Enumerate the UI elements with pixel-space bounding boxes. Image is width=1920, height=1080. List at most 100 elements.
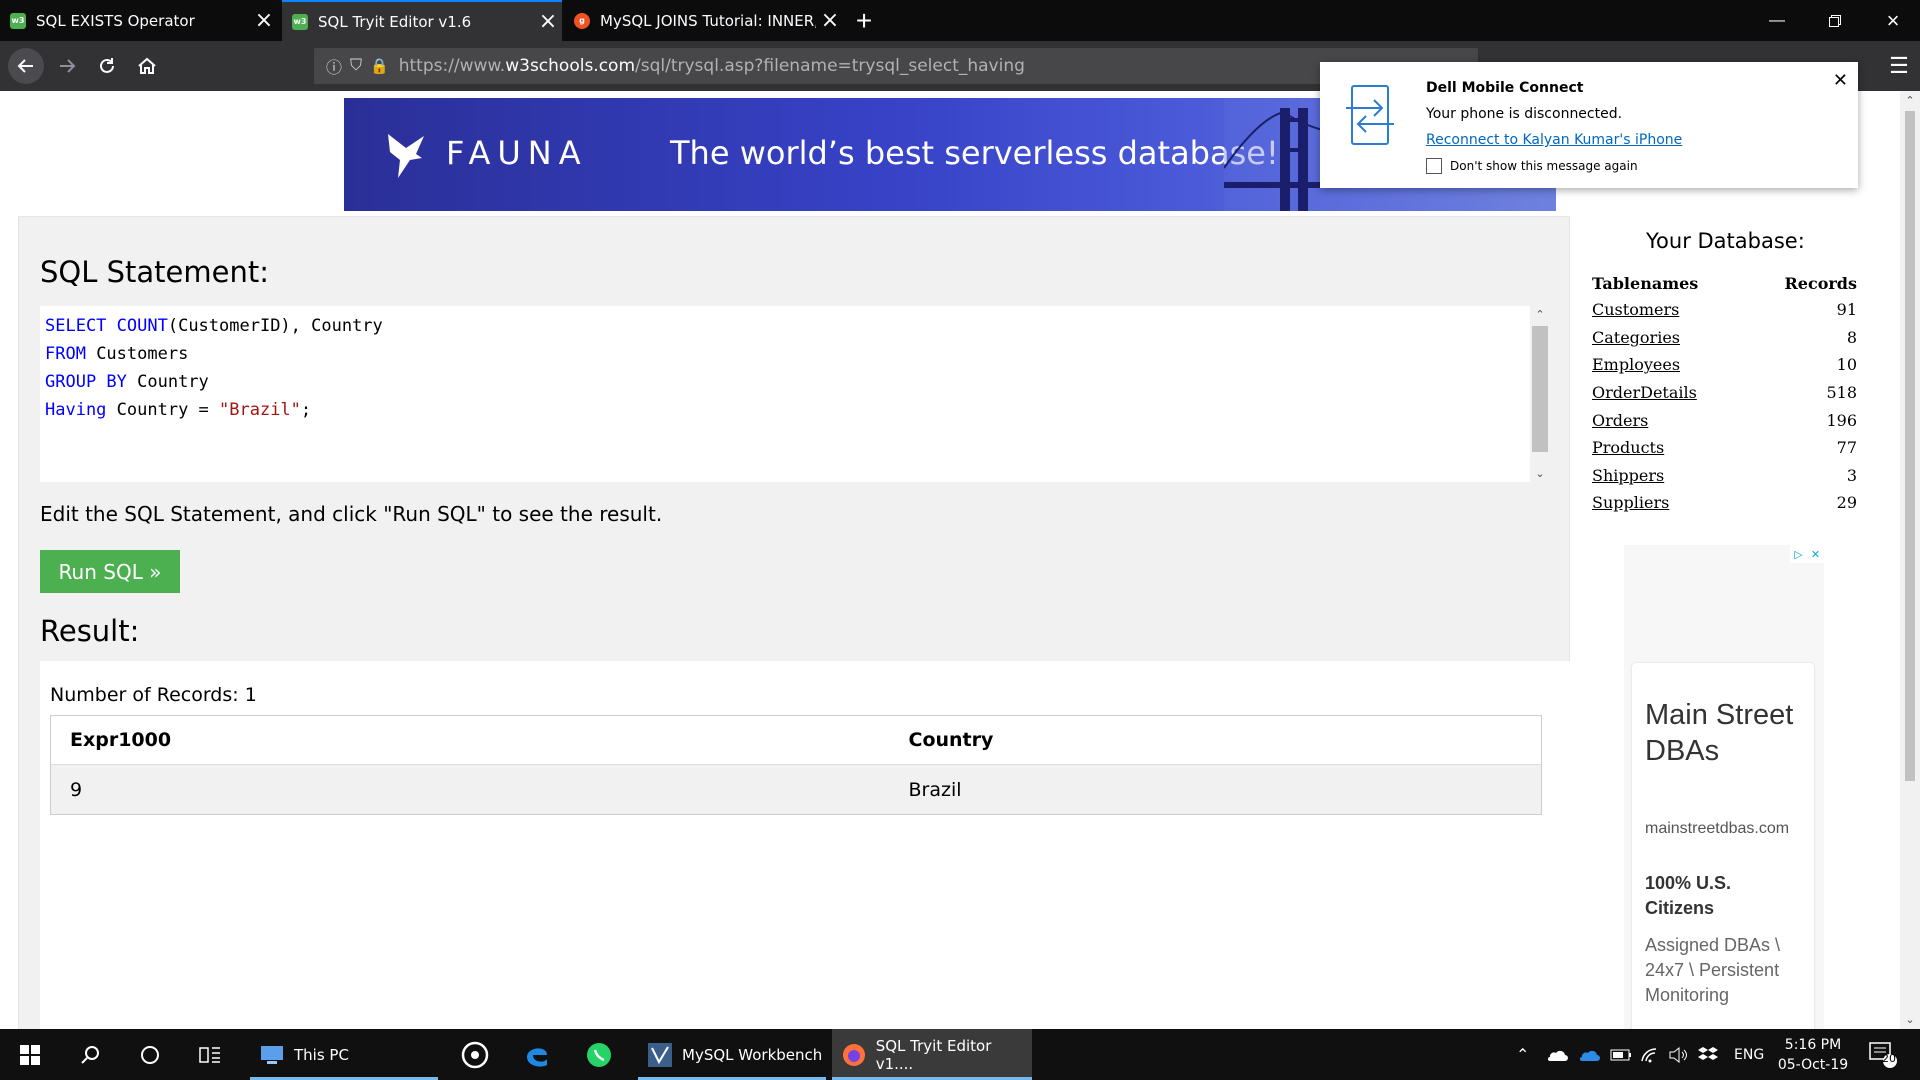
your-database-title: Your Database:: [1646, 229, 1805, 253]
sidebar-ad[interactable]: ▷ ✕ Main Street DBAs mainstreetdbas.com …: [1624, 545, 1824, 1029]
task-view-icon: [199, 1046, 220, 1063]
cortana-button[interactable]: [120, 1029, 180, 1080]
sql-keyword: SELECT: [45, 316, 117, 336]
table-cell: 9: [50, 764, 890, 815]
browser-tab-1[interactable]: w3 SQL EXISTS Operator ×: [0, 0, 278, 41]
address-bar[interactable]: ⓘ ⛉ 🔒 https://www.w3schools.com/sql/trys…: [314, 48, 1478, 84]
table-link-shippers[interactable]: Shippers: [1592, 466, 1664, 485]
volume-icon[interactable]: [1668, 1029, 1690, 1080]
taskbar-app-mysql-workbench[interactable]: MySQL Workbench: [638, 1029, 826, 1080]
records-count: 10: [1836, 355, 1857, 375]
checkbox-label: Don't show this message again: [1450, 159, 1638, 173]
close-ad-icon[interactable]: ✕: [1807, 545, 1824, 563]
taskbar-pinned-edge[interactable]: [512, 1029, 562, 1080]
restore-button[interactable]: [1806, 0, 1864, 41]
table-link-suppliers[interactable]: Suppliers: [1592, 493, 1669, 512]
url-text[interactable]: https://www.w3schools.com/sql/trysql.asp…: [399, 56, 1025, 76]
sql-token: Customers: [96, 344, 189, 364]
scrollbar-thumb[interactable]: [1905, 111, 1915, 781]
battery-icon[interactable]: [1610, 1029, 1632, 1080]
records-count: 3: [1846, 465, 1857, 485]
browser-tab-2[interactable]: w3 SQL Tryit Editor v1.6 ×: [282, 0, 562, 41]
scrollbar-thumb[interactable]: [1532, 326, 1548, 452]
action-center-button[interactable]: 20: [1868, 1029, 1898, 1080]
result-heading: Result:: [40, 614, 140, 648]
table-header-row: Tablenames Records: [1592, 270, 1857, 296]
ad-line-1: 100% U.S. Citizens: [1645, 873, 1732, 918]
search-button[interactable]: [60, 1029, 120, 1080]
run-sql-button[interactable]: Run SQL »: [40, 550, 180, 593]
close-tab-icon[interactable]: ×: [534, 9, 562, 34]
editor-scrollbar[interactable]: ⌃ ⌄: [1530, 306, 1550, 482]
info-icon[interactable]: ⓘ: [326, 54, 342, 78]
table-link-customers[interactable]: Customers: [1592, 300, 1679, 319]
show-hidden-icons[interactable]: ⌃: [1516, 1029, 1529, 1080]
taskbar: This PC MySQL Workbench SQL Tryit Editor…: [0, 1029, 1920, 1080]
back-button[interactable]: [8, 48, 44, 84]
sql-string: "Brazil": [219, 400, 301, 420]
lock-icon: 🔒: [370, 58, 389, 75]
hamburger-menu-icon[interactable]: ☰: [1882, 49, 1916, 83]
close-notification-icon[interactable]: ✕: [1833, 70, 1848, 91]
records-count: 8: [1846, 327, 1857, 347]
sql-editor[interactable]: SELECT COUNT(CustomerID), Country FROM C…: [40, 306, 1550, 482]
scroll-down-arrow-icon[interactable]: ⌄: [1900, 1013, 1920, 1026]
fauna-logo-icon: [388, 134, 424, 178]
wifi-icon[interactable]: [1640, 1029, 1660, 1080]
records-count: 77: [1836, 438, 1857, 458]
close-tab-icon[interactable]: ×: [250, 8, 278, 33]
records-count: 29: [1836, 493, 1857, 513]
shield-icon[interactable]: ⛉: [350, 57, 362, 75]
ad-card[interactable]: Main Street DBAs mainstreetdbas.com 100%…: [1632, 663, 1814, 1029]
obs-icon: [461, 1041, 489, 1068]
result-table: Expr1000 Country 9 Brazil: [50, 715, 1542, 815]
taskbar-pinned-whatsapp[interactable]: [574, 1029, 624, 1080]
sql-code[interactable]: SELECT COUNT(CustomerID), Country FROM C…: [45, 312, 383, 424]
table-link-orderdetails[interactable]: OrderDetails: [1592, 383, 1697, 402]
database-table: Tablenames Records Customers 91 Categorie…: [1592, 270, 1857, 517]
dropbox-icon[interactable]: [1698, 1029, 1718, 1080]
taskbar-app-firefox[interactable]: SQL Tryit Editor v1....: [832, 1029, 1032, 1080]
reconnect-link[interactable]: Reconnect to Kalyan Kumar's iPhone: [1426, 132, 1682, 148]
taskbar-app-this-pc[interactable]: This PC: [250, 1029, 438, 1080]
close-tab-icon[interactable]: ×: [816, 8, 844, 33]
table-link-orders[interactable]: Orders: [1592, 411, 1648, 430]
new-tab-button[interactable]: +: [848, 0, 880, 41]
browser-tab-3[interactable]: g MySQL JOINS Tutorial: INNER, ... ×: [564, 0, 844, 41]
onedrive-business-icon[interactable]: [1578, 1029, 1600, 1080]
clock[interactable]: 5:16 PM 05-Oct-19: [1770, 1035, 1856, 1075]
home-button[interactable]: [130, 49, 164, 83]
column-header: Expr1000: [50, 715, 890, 765]
taskbar-app-label: MySQL Workbench: [682, 1045, 823, 1064]
minimize-button[interactable]: —: [1748, 0, 1806, 41]
page-scrollbar[interactable]: ⌃ ⌄: [1900, 91, 1920, 1029]
table-row: Customers 91: [1592, 296, 1857, 324]
taskbar-pinned-app[interactable]: [450, 1029, 500, 1080]
records-count: 518: [1826, 383, 1857, 403]
table-link-categories[interactable]: Categories: [1592, 328, 1680, 347]
table-link-employees[interactable]: Employees: [1592, 355, 1680, 374]
ad-domain: mainstreetdbas.com: [1645, 820, 1790, 837]
checkbox-box[interactable]: [1426, 158, 1442, 174]
tab-title: MySQL JOINS Tutorial: INNER, ...: [600, 11, 816, 30]
adchoices-icon[interactable]: ▷: [1790, 545, 1807, 563]
language-indicator[interactable]: ENG: [1734, 1029, 1764, 1080]
table-row: Suppliers 29: [1592, 489, 1857, 517]
table-link-products[interactable]: Products: [1592, 438, 1664, 457]
task-view-button[interactable]: [180, 1029, 240, 1080]
scroll-up-arrow-icon[interactable]: ⌃: [1530, 308, 1550, 321]
forward-button[interactable]: [50, 49, 84, 83]
reload-button[interactable]: [90, 49, 124, 83]
ad-choices[interactable]: ▷ ✕: [1790, 545, 1824, 563]
mysql-workbench-icon: [646, 1041, 674, 1069]
scroll-up-arrow-icon[interactable]: ⌃: [1900, 94, 1920, 107]
close-window-button[interactable]: ×: [1864, 0, 1920, 41]
taskbar-app-label: SQL Tryit Editor v1....: [875, 1036, 992, 1073]
dont-show-checkbox[interactable]: Don't show this message again: [1426, 158, 1638, 174]
onedrive-icon[interactable]: [1546, 1029, 1568, 1080]
start-button[interactable]: [0, 1029, 60, 1080]
notification-body: Your phone is disconnected.: [1426, 106, 1623, 122]
scroll-down-arrow-icon[interactable]: ⌄: [1530, 467, 1550, 480]
sql-token: Country: [137, 372, 209, 392]
w3schools-icon: w3: [292, 13, 308, 30]
